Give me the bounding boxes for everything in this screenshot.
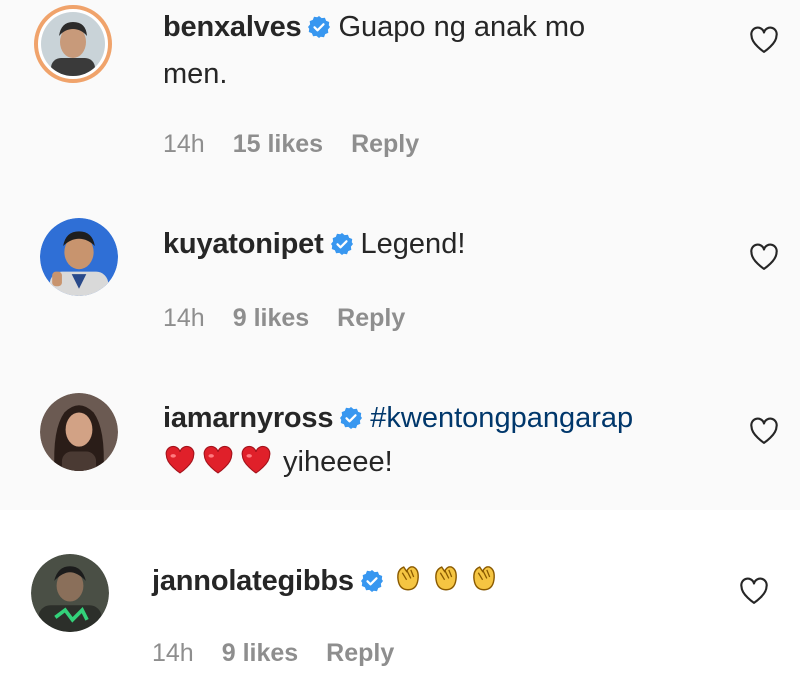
comment-username[interactable]: kuyatonipet: [163, 228, 324, 260]
comment-username[interactable]: benxalves: [163, 11, 302, 43]
comment-username[interactable]: jannolategibbs: [152, 565, 354, 597]
comment-text: yiheeee!: [283, 446, 393, 478]
heart-outline-icon[interactable]: [749, 417, 779, 445]
verified-badge-icon: [308, 16, 331, 38]
clapping-hands-icon: [434, 566, 457, 591]
comment-text: Legend!: [360, 228, 466, 260]
comment-username[interactable]: iamarnyross: [163, 402, 333, 434]
comment-item: kuyatonipet Legend! 14h 9 likes Reply: [0, 190, 800, 360]
reply-button[interactable]: Reply: [326, 639, 394, 667]
comment-timestamp[interactable]: 14h: [152, 639, 194, 667]
red-heart-icon: [203, 445, 233, 474]
avatar[interactable]: [40, 393, 118, 471]
avatar[interactable]: [31, 554, 109, 632]
comment-likes-count[interactable]: 9 likes: [233, 304, 309, 332]
avatar[interactable]: [40, 218, 118, 296]
comment-meta: 14h 15 likes Reply: [163, 130, 447, 159]
heart-outline-icon[interactable]: [749, 26, 779, 54]
avatar-image: [40, 218, 118, 296]
heart-outline-icon[interactable]: [749, 243, 779, 271]
comment-likes-count[interactable]: 15 likes: [233, 130, 323, 158]
heart-outline-icon[interactable]: [739, 577, 769, 605]
clapping-hands-icon: [396, 566, 419, 591]
comment-item: benxalves Guapo ng anak mo men. 14h 15 lik…: [0, 0, 800, 190]
reply-button[interactable]: Reply: [351, 130, 419, 158]
comment-likes-count[interactable]: 9 likes: [222, 639, 298, 667]
comment-timestamp[interactable]: 14h: [163, 304, 205, 332]
comment-item: jannolategibbs 14h 9 likes Reply: [0, 510, 800, 699]
avatar-image: [40, 393, 118, 471]
comment-text-continued: men.: [163, 58, 228, 90]
comment-meta: 14h 9 likes Reply: [152, 639, 422, 668]
verified-badge-icon: [360, 570, 383, 592]
reply-button[interactable]: Reply: [337, 304, 405, 332]
red-heart-icon: [165, 445, 195, 474]
verified-badge-icon: [330, 233, 353, 255]
red-heart-icon: [241, 445, 271, 474]
comment-text: Guapo ng anak mo: [338, 11, 586, 43]
avatar-image: [41, 12, 105, 76]
avatar[interactable]: [34, 5, 112, 83]
comment-hashtag-link[interactable]: #kwentongpangarap: [370, 402, 633, 434]
clapping-hands-icon: [472, 566, 495, 591]
avatar-image: [31, 554, 109, 632]
verified-badge-icon: [340, 407, 363, 429]
comment-timestamp[interactable]: 14h: [163, 130, 205, 158]
comment-item: iamarnyross #kwentongpangarap yiheeee!: [0, 360, 800, 510]
comment-meta: 14h 9 likes Reply: [163, 304, 433, 333]
